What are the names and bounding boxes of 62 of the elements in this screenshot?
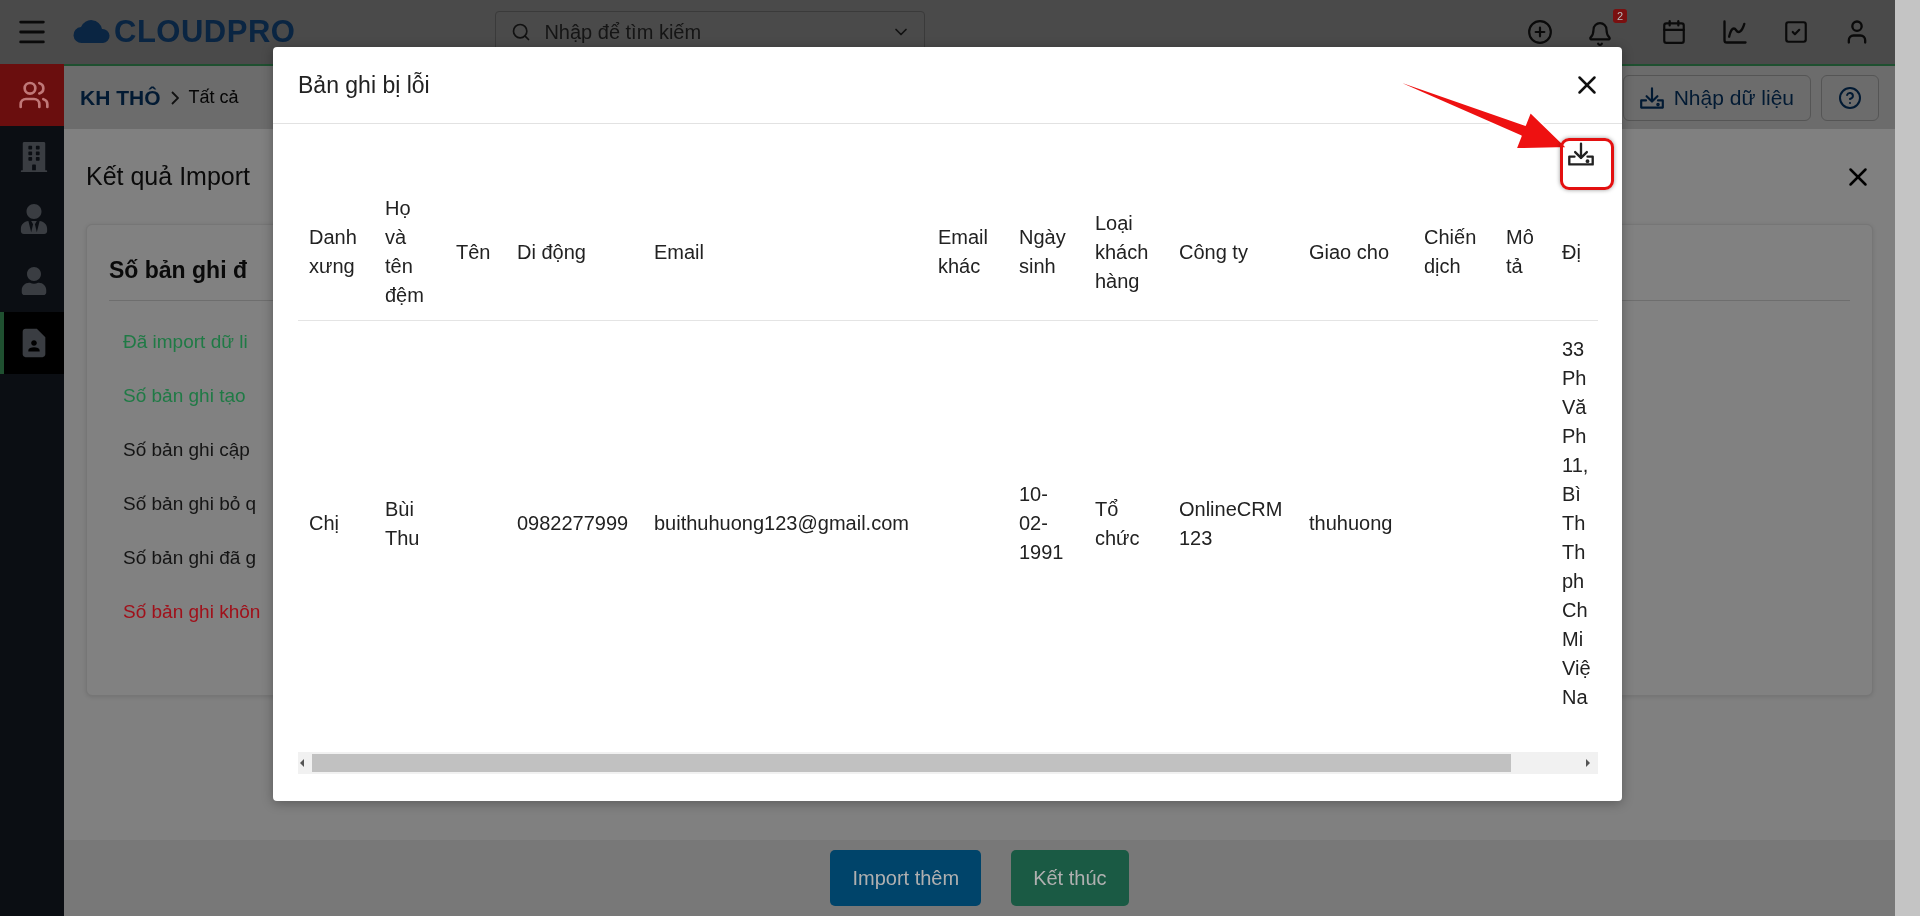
column-header: Danh xưng	[298, 184, 374, 321]
vertical-scrollbar[interactable]	[1895, 0, 1920, 916]
column-header: Họ và tên đệm	[374, 184, 445, 321]
download-icon	[1639, 85, 1664, 110]
person-tie-icon	[19, 204, 49, 234]
scroll-right-icon[interactable]	[1584, 758, 1592, 768]
breadcrumb-view[interactable]: Tất cả	[188, 87, 239, 108]
table-cell: 10-02-1991	[1008, 320, 1084, 726]
horizontal-scrollbar[interactable]	[298, 752, 1598, 774]
tasks-button[interactable]	[1783, 19, 1809, 45]
scroll-left-icon[interactable]	[298, 758, 306, 768]
column-header: Giao cho	[1298, 184, 1413, 321]
column-header: Email khác	[927, 184, 1008, 321]
result-line: Đã import dữ li	[123, 330, 248, 354]
download-icon	[1568, 141, 1594, 167]
dialog-title: Bản ghi bị lỗi	[298, 71, 430, 99]
calendar-icon	[1661, 19, 1687, 45]
sidebar-item[interactable]	[0, 312, 64, 374]
result-line: Số bản ghi đã g	[123, 546, 257, 570]
import-more-button[interactable]: Import thêm	[830, 850, 982, 906]
page-title: Kết quả Import	[86, 162, 250, 191]
table-cell: Tổ chức	[1084, 320, 1168, 726]
help-icon	[1838, 85, 1862, 110]
column-header: Loại khách hàng	[1084, 184, 1168, 321]
table-cell: thuhuong	[1298, 320, 1413, 726]
chevron-right-icon	[170, 90, 179, 105]
add-button[interactable]	[1526, 19, 1553, 45]
notification-badge: 2	[1612, 9, 1627, 23]
breadcrumb-module[interactable]: KH THÔ	[80, 85, 161, 110]
table-cell: Chị	[298, 320, 374, 726]
plus-circle-icon	[1526, 19, 1553, 45]
table-cell: buithuhuong123@gmail.com	[643, 320, 927, 726]
column-header: Ngày sinh	[1008, 184, 1084, 321]
result-line: Số bản ghi tạo	[123, 384, 246, 408]
calendar-button[interactable]	[1661, 19, 1687, 45]
result-line: Số bản ghi bỏ q	[123, 492, 257, 516]
import-data-button[interactable]: Nhập dữ liệu	[1622, 74, 1811, 121]
column-header: Chiến dịch	[1413, 184, 1495, 321]
column-header: Di động	[506, 184, 643, 321]
column-header: Tên	[445, 184, 506, 321]
highlight-box	[1560, 138, 1614, 190]
building-icon	[19, 142, 49, 172]
table-cell: OnlineCRM 123	[1168, 320, 1298, 726]
chart-icon	[1721, 18, 1749, 46]
chart-button[interactable]	[1721, 18, 1749, 46]
result-line: Số bản ghi cập	[123, 438, 250, 462]
table-cell: 0982277999	[506, 320, 643, 726]
column-header: Email	[643, 184, 927, 321]
help-button[interactable]	[1821, 74, 1879, 121]
column-header: Công ty	[1168, 184, 1298, 321]
table-cell: Bùi Thu	[374, 320, 445, 726]
sidebar-module-button[interactable]	[0, 64, 64, 126]
column-header: Mô tả	[1495, 184, 1551, 321]
people-icon	[18, 79, 50, 111]
logo-text: CLOUDPRO	[114, 14, 296, 50]
search-icon	[511, 22, 532, 42]
checkbox-icon	[1783, 19, 1809, 45]
person-icon	[20, 267, 48, 295]
bell-icon	[1586, 21, 1613, 47]
finish-button[interactable]: Kết thúc	[1011, 850, 1129, 906]
result-line: Số bản ghi khôn	[123, 600, 261, 624]
table-cell: 33 Ph Vă Ph 11, Bì Th Th ph Ch Mi Việ Na	[1551, 320, 1598, 726]
